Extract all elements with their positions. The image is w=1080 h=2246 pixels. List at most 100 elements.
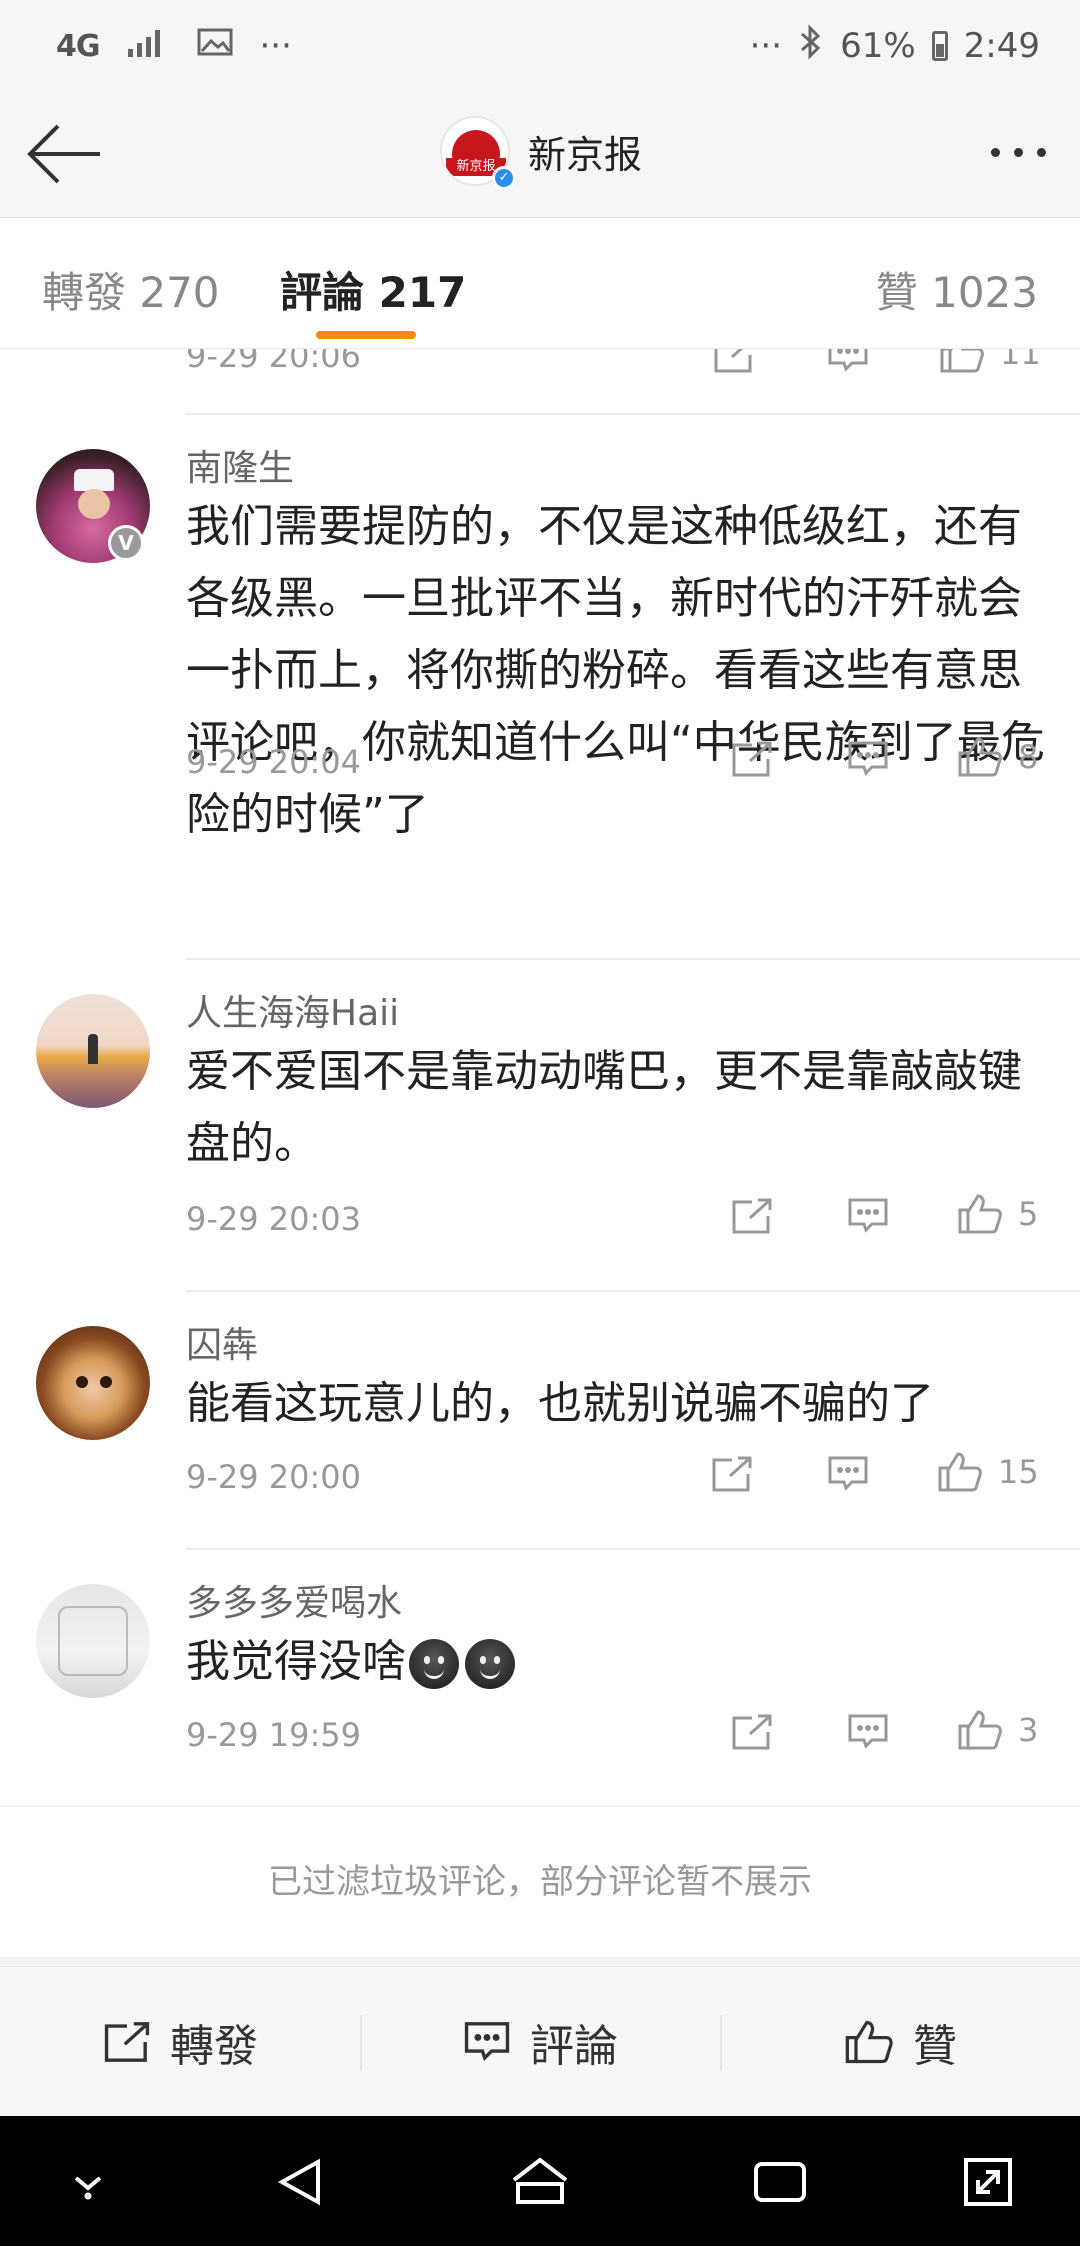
like-count: 11: [1000, 349, 1041, 372]
share-button[interactable]: [712, 349, 756, 375]
avatar[interactable]: [36, 1326, 150, 1440]
emoji-grin-icon: [409, 1639, 459, 1689]
filtered-notice: 已过滤垃圾评论，部分评论暂不展示: [0, 1807, 1080, 1957]
comment-button[interactable]: [846, 739, 890, 779]
back-button[interactable]: [24, 118, 104, 190]
comment-time: 9-29 20:04: [186, 743, 362, 781]
like-count: 15: [998, 1453, 1039, 1491]
comment-button[interactable]: [826, 1454, 870, 1494]
like-count: 3: [1018, 1711, 1039, 1749]
share-button[interactable]: [730, 1712, 774, 1752]
tab-indicator: [316, 331, 416, 339]
like-button[interactable]: 8: [956, 735, 1038, 779]
tab-likes[interactable]: 贊 1023: [876, 259, 1038, 320]
comment-icon: [464, 2021, 510, 2061]
share-button[interactable]: [730, 739, 774, 779]
username[interactable]: 南隆生: [186, 439, 294, 491]
nav-down-icon[interactable]: [56, 2150, 120, 2214]
system-nav-bar: [0, 2116, 1080, 2246]
share-icon: [732, 1198, 772, 1234]
battery-icon: [931, 31, 948, 61]
more-icon[interactable]: [982, 132, 1054, 172]
like-count: 8: [1018, 738, 1039, 776]
status-bar: 4G ··· ··· 61% 2:49: [0, 0, 1080, 92]
like-icon: [958, 1194, 1002, 1234]
like-icon: [940, 349, 984, 373]
repost-label: 轉發: [170, 2020, 258, 2072]
battery-percent: 61%: [840, 26, 916, 66]
comment-text: 爱不爱国不是靠动动嘴巴，更不是靠敲敲键盘的。: [186, 1046, 1022, 1169]
comment-time: 9-29 20:00: [186, 1458, 362, 1496]
like-button[interactable]: 15: [936, 1450, 1039, 1494]
comment-icon: [848, 1714, 888, 1749]
bottom-action-bar: 轉發 評論 贊: [0, 1966, 1080, 2116]
divider: [186, 1548, 1080, 1550]
comment-icon: [848, 741, 888, 776]
clock: 2:49: [963, 26, 1040, 66]
gallery-icon: [196, 26, 234, 67]
comment-label: 評論: [530, 2020, 618, 2072]
comment-text: 能看这玩意儿的，也就别说骗不骗的了: [186, 1378, 934, 1429]
comment-icon: [828, 349, 868, 372]
comment-time: 9-29 20:06: [186, 349, 362, 375]
tab-comments[interactable]: 評論 217: [280, 259, 466, 320]
share-button[interactable]: [730, 1196, 774, 1236]
comment-icon: [848, 1198, 888, 1233]
like-label: 贊: [913, 2020, 957, 2072]
username[interactable]: 多多多爱喝水: [186, 1574, 402, 1626]
comment-time: 9-29 20:03: [186, 1200, 362, 1238]
comment-list[interactable]: 9-29 20:06 11 V 南隆生 我们需要提防的，不仅是这种低级红，还有各…: [0, 349, 1080, 1965]
overflow-right: ···: [749, 26, 783, 66]
account-title[interactable]: 新京报 ✓ 新京报: [440, 116, 643, 190]
verified-badge-icon: V: [108, 525, 144, 561]
share-icon: [712, 1456, 752, 1492]
share-icon: [104, 2021, 150, 2062]
divider: [186, 413, 1080, 415]
share-button[interactable]: [710, 1454, 754, 1494]
like-icon: [845, 2020, 893, 2063]
nav-home-icon[interactable]: [508, 2150, 572, 2214]
comment-action-button[interactable]: 評論: [360, 1967, 720, 2116]
comment-text-content: 我觉得没啥: [186, 1636, 406, 1687]
username[interactable]: 人生海海Haii: [186, 984, 399, 1036]
like-icon: [938, 1452, 982, 1492]
signal-icon: [126, 25, 170, 68]
back-arrow-icon: [27, 124, 100, 184]
share-icon: [732, 741, 772, 777]
comment-button[interactable]: [846, 1712, 890, 1752]
like-button[interactable]: 5: [956, 1192, 1038, 1236]
like-button[interactable]: 11: [938, 349, 1041, 375]
comment-button[interactable]: [826, 349, 870, 375]
page-title: 新京报: [528, 132, 643, 177]
tab-bar: 轉發 270 評論 217 贊 1023: [0, 219, 1080, 349]
comment-button[interactable]: [846, 1196, 890, 1236]
comment-time: 9-29 19:59: [186, 1716, 362, 1754]
network-indicator: 4G: [56, 28, 100, 64]
nav-recents-icon[interactable]: [748, 2150, 812, 2214]
emoji-grin-icon: [465, 1639, 515, 1689]
like-icon: [958, 1710, 1002, 1750]
comment-icon: [828, 1456, 868, 1491]
comment-meta: 9-29 20:06 11: [186, 349, 1056, 401]
section-gap: [0, 1957, 1080, 1965]
comment-text: 我觉得没啥: [186, 1626, 1046, 1698]
title-bar: 新京报 ✓ 新京报: [0, 92, 1080, 218]
verified-badge-icon: ✓: [492, 166, 516, 190]
tab-reposts[interactable]: 轉發 270: [42, 259, 220, 320]
nav-back-icon[interactable]: [270, 2150, 334, 2214]
divider: [186, 958, 1080, 960]
like-action-button[interactable]: 贊: [720, 1967, 1080, 2116]
repost-button[interactable]: 轉發: [0, 1967, 360, 2116]
divider: [186, 1290, 1080, 1292]
overflow-left: ···: [259, 26, 292, 66]
avatar[interactable]: [36, 994, 150, 1108]
like-icon: [958, 737, 1002, 777]
like-button[interactable]: 3: [956, 1708, 1038, 1752]
share-icon: [732, 1714, 772, 1750]
nav-expand-icon[interactable]: [956, 2150, 1020, 2214]
bluetooth-icon: [798, 23, 824, 69]
like-count: 5: [1018, 1195, 1039, 1233]
username[interactable]: 囚犇: [186, 1316, 258, 1368]
avatar[interactable]: [36, 1584, 150, 1698]
comment-text: 我们需要提防的，不仅是这种低级红，还有各级黑。一旦批评不当，新时代的汗歼就会一扑…: [186, 501, 1045, 840]
